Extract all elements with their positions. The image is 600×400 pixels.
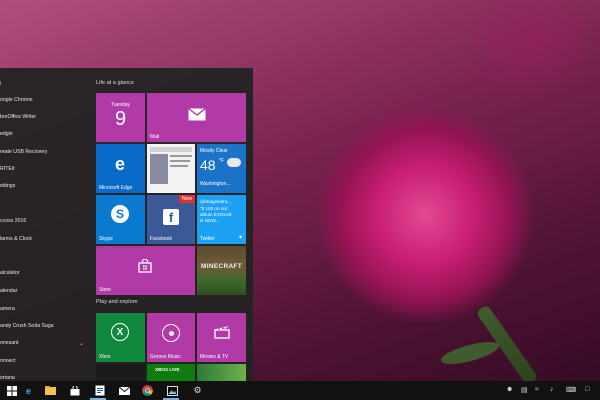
photos-icon[interactable]	[166, 384, 179, 397]
preview-text-line	[170, 155, 192, 157]
tile-mail-label: Mail	[150, 134, 160, 140]
tile-partial-dark[interactable]	[96, 364, 145, 381]
tile-xbox-label: Xbox	[99, 354, 111, 360]
tile-store-label: Store	[99, 287, 111, 293]
group-title-play[interactable]: Play and explore	[96, 299, 138, 305]
tile-facebook[interactable]: New f Facebook	[147, 195, 195, 244]
tile-twitter[interactable]: @imaginedra... "$ 100 on our album EVOLV…	[197, 195, 246, 244]
app-item-access-2016[interactable]: ccess 2016	[0, 218, 26, 224]
weather-city: Washington...	[200, 181, 231, 187]
tile-microsoft-edge[interactable]: e Microsoft Edge	[96, 144, 145, 193]
app-item-calendar[interactable]: alendar	[0, 288, 17, 294]
tile-store[interactable]: Store	[96, 246, 195, 295]
file-explorer-icon[interactable]	[44, 384, 57, 397]
app-item-connect[interactable]: onnect	[0, 358, 16, 364]
twitter-handle: @imaginedra...	[200, 199, 232, 204]
xbox-icon: X	[111, 323, 129, 341]
app-item-writeit[interactable]: RITEit	[0, 166, 14, 172]
weather-unit: °F	[219, 158, 225, 164]
flower-leaf	[438, 337, 502, 369]
tile-weather[interactable]: Mostly Clear 48 °F Washington...	[197, 144, 246, 193]
chrome-icon[interactable]	[141, 384, 154, 397]
app-list: l oogle Chrome breOffice Writer edgin re…	[0, 68, 90, 381]
groove-music-icon	[162, 324, 180, 342]
tile-twitter-label: Twitter	[200, 236, 215, 242]
store-bag-icon	[137, 258, 153, 274]
app-item-google-chrome[interactable]: oogle Chrome	[0, 97, 33, 103]
tile-movies-label: Movies & TV	[200, 354, 229, 360]
wifi-icon[interactable]: ≈	[535, 386, 539, 393]
twitter-tweet-line: album EVOLVE	[200, 212, 232, 217]
preview-text-line	[170, 160, 190, 162]
skype-icon: S	[111, 205, 129, 223]
tile-xbox[interactable]: X Xbox	[96, 313, 145, 362]
tile-groove-music[interactable]: Groove Music	[147, 313, 195, 362]
tile-facebook-label: Facebook	[150, 236, 172, 242]
app-item-settings[interactable]: ettings	[0, 183, 15, 189]
tile-calendar[interactable]: Tuesday 9	[96, 93, 145, 142]
twitter-bird-icon: ✦	[237, 235, 243, 241]
new-badge: New	[178, 195, 195, 203]
app-item-onesant[interactable]: onesant	[0, 340, 18, 346]
cloud-icon	[227, 158, 241, 167]
edge-icon[interactable]: e	[22, 384, 35, 397]
tile-minecraft[interactable]: MINECRAFT	[197, 246, 246, 295]
tile-skype-label: Skype	[99, 236, 113, 242]
minecraft-logo: MINECRAFT	[201, 263, 242, 270]
app-item-camera[interactable]: amera	[0, 306, 15, 312]
group-title-life[interactable]: Life at a glance	[96, 80, 134, 86]
tile-xbox-live[interactable]: XBOX LIVE	[147, 364, 195, 381]
tile-groove-label: Groove Music	[150, 354, 181, 360]
twitter-tweet-line: is NOW...	[200, 218, 220, 223]
store-icon[interactable]	[68, 384, 81, 397]
xbox-live-label: XBOX LIVE	[155, 367, 180, 372]
mail-icon[interactable]	[118, 384, 131, 397]
edge-icon: e	[114, 153, 125, 174]
app-item-calculator[interactable]: alculator	[0, 270, 20, 276]
start-menu: l oogle Chrome breOffice Writer edgin re…	[0, 68, 253, 381]
app-item-edgin[interactable]: edgin	[0, 131, 13, 137]
volume-icon[interactable]: ♪	[550, 386, 554, 393]
settings-icon[interactable]: ⚙	[191, 384, 204, 397]
tile-skype[interactable]: S Skype	[96, 195, 145, 244]
tile-browser-preview[interactable]	[147, 144, 195, 193]
app-item-libreoffice-writer[interactable]: breOffice Writer	[0, 114, 36, 120]
app-item-candy-crush[interactable]: andy Crush Soda Saga	[0, 323, 54, 329]
tile-movies-tv[interactable]: Movies & TV	[197, 313, 246, 362]
tile-partial-game[interactable]	[197, 364, 246, 381]
tile-edge-label: Microsoft Edge	[99, 185, 133, 191]
app-item-create-usb-recovery[interactable]: reate USB Recovery	[0, 149, 47, 155]
keyboard-icon[interactable]: ⌨	[566, 386, 576, 394]
twitter-tweet-line: "$ 100 on our	[200, 206, 228, 211]
tile-mail[interactable]: Mail	[147, 93, 246, 142]
app-list-letter-header[interactable]: l	[0, 81, 1, 87]
notifications-icon[interactable]: □	[585, 386, 589, 393]
taskbar: e ⚙ ☻ ▤ ≈ ♪ ⌨ □	[0, 381, 600, 400]
chevron-down-icon[interactable]: ⌄	[79, 340, 84, 347]
word-icon[interactable]	[93, 384, 106, 397]
calendar-date: 9	[114, 108, 127, 130]
windows-icon[interactable]	[5, 384, 18, 397]
preview-text-line	[170, 165, 188, 167]
network-icon[interactable]: ▤	[521, 386, 528, 394]
preview-image	[150, 154, 168, 184]
weather-temp: 48	[200, 157, 216, 173]
app-item-alarms-clock[interactable]: larms & Clock	[0, 236, 32, 242]
clapperboard-icon	[213, 325, 230, 339]
weather-condition: Mostly Clear	[200, 148, 228, 154]
preview-toolbar	[150, 147, 192, 152]
facebook-icon: f	[163, 209, 179, 225]
people-icon[interactable]: ☻	[506, 386, 513, 393]
mail-icon	[187, 106, 207, 122]
